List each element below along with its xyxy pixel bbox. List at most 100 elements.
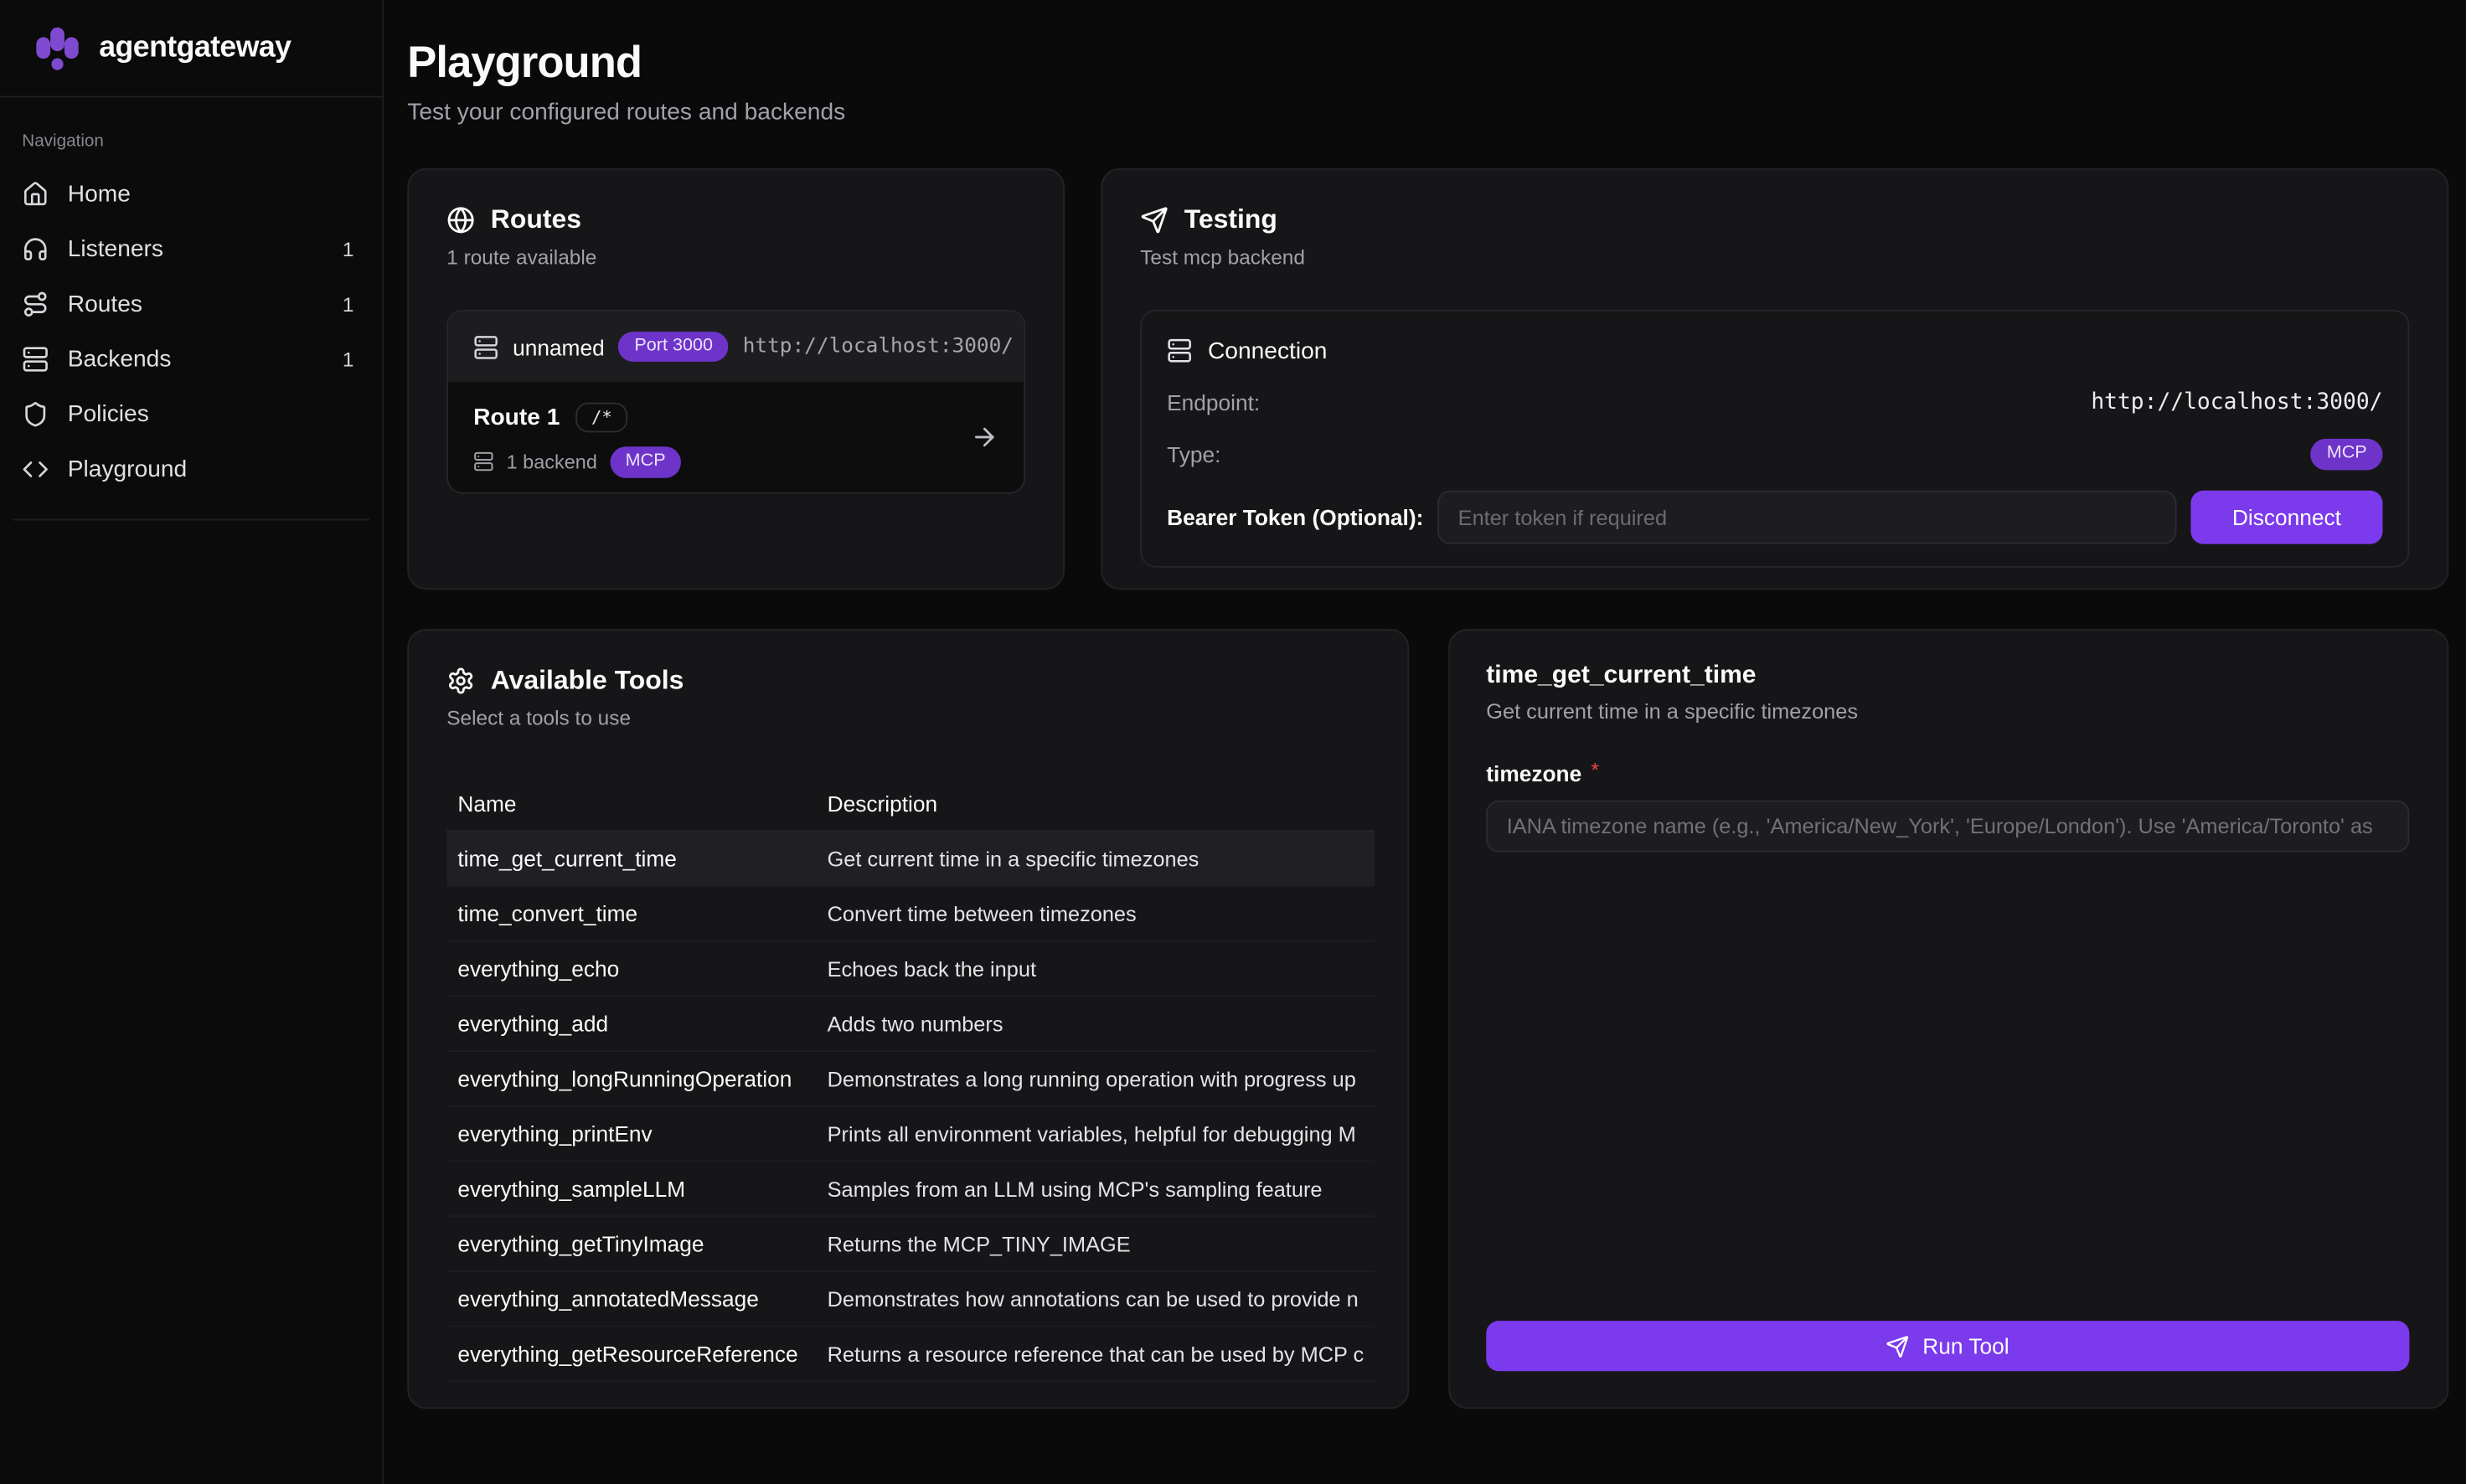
headphones-icon [22,236,49,263]
run-tool-label: Run Tool [1922,1333,2009,1358]
server-icon [473,334,498,359]
run-tool-panel: time_get_current_time Get current time i… [1448,629,2448,1409]
tool-description-cell: Samples from an LLM using MCP's sampling… [816,1177,1375,1200]
tool-name-cell: everything_annotatedMessage [446,1286,816,1311]
column-header-description: Description [816,790,1375,815]
tool-name-cell: everything_echo [446,956,816,982]
tool-name-cell: everything_longRunningOperation [446,1066,816,1091]
brand-name: agentgateway [99,31,291,65]
route-path-chip: /* [575,403,627,433]
table-row[interactable]: time_get_current_time Get current time i… [446,832,1375,887]
shield-icon [22,401,49,428]
testing-card-subtitle: Test mcp backend [1140,245,2409,274]
send-icon [1886,1334,1910,1358]
page-title: Playground [407,38,642,88]
nav-section-label: Navigation [22,132,382,152]
playground-page: agentgateway Navigation Home Listeners 1… [0,0,2466,1484]
nav-count-badge: 1 [343,292,354,316]
nav-count-badge: 1 [343,238,354,261]
table-row[interactable]: everything_add Adds two numbers [446,997,1375,1052]
home-icon [22,181,49,208]
sidebar-nav: Home Listeners 1 Routes 1 Backends 1 Pol… [0,167,382,497]
nav-divider [13,519,369,521]
tools-table-header: Name Description [446,775,1375,832]
tool-description-cell: Demonstrates how annotations can be used… [816,1287,1375,1311]
route-backend-count: 1 backend [507,451,597,472]
server-icon [1167,338,1192,363]
listener-url: http://localhost:3000/ [743,335,1014,358]
tool-description-cell: Returns the MCP_TINY_IMAGE [816,1232,1375,1255]
bearer-token-input[interactable] [1437,491,2176,544]
connection-box: Connection Endpoint: http://localhost:30… [1140,310,2409,568]
route-name: Route 1 [473,404,560,431]
tool-name-cell: time_get_current_time [446,846,816,871]
sidebar-item-label: Policies [68,401,335,428]
tool-description-cell: Get current time in a specific timezones [816,847,1375,870]
nav-count-badge: 1 [343,348,354,371]
tools-card-subtitle: Select a tools to use [446,706,1370,734]
tool-description-cell: Convert time between timezones [816,902,1375,925]
sidebar-item-backends[interactable]: Backends 1 [0,332,382,387]
timezone-field-label: timezone [1486,761,1581,786]
sidebar-item-routes[interactable]: Routes 1 [0,276,382,332]
page-subtitle: Test your configured routes and backends [407,99,845,126]
listener-header[interactable]: unnamed Port 3000 http://localhost:3000/ [448,312,1024,382]
endpoint-label: Endpoint: [1167,390,1260,415]
timezone-input[interactable] [1486,801,2409,853]
sidebar-item-label: Playground [68,456,335,482]
tool-name-cell: time_convert_time [446,901,816,926]
sidebar-item-policies[interactable]: Policies [0,387,382,442]
globe-icon [446,206,475,234]
route-type-badge: MCP [610,446,682,477]
port-badge: Port 3000 [619,332,729,363]
sidebar-item-listeners[interactable]: Listeners 1 [0,222,382,277]
run-tool-button[interactable]: Run Tool [1486,1321,2409,1371]
selected-tool-description: Get current time in a specific timezones [1486,700,2411,724]
tool-name-cell: everything_sampleLLM [446,1176,816,1201]
tool-name-cell: everything_getResourceReference [446,1342,816,1367]
agentgateway-logo-icon [32,22,84,74]
listener-box: unnamed Port 3000 http://localhost:3000/… [446,310,1025,494]
tool-description-cell: Adds two numbers [816,1012,1375,1035]
available-tools-card: Available Tools Select a tools to use Na… [407,629,1409,1409]
tools-table: Name Description time_get_current_time G… [446,775,1375,1383]
route-row[interactable]: Route 1 /* 1 backend MCP [448,382,1024,492]
sidebar-item-label: Listeners [68,236,324,263]
listener-name: unnamed [513,334,605,359]
table-row[interactable]: everything_annotatedMessage Demonstrates… [446,1272,1375,1327]
sidebar-item-playground[interactable]: Playground [0,442,382,497]
tool-description-cell: Prints all environment variables, helpfu… [816,1122,1375,1146]
sidebar-item-label: Backends [68,346,324,373]
sidebar-item-home[interactable]: Home [0,167,382,222]
code-icon [22,456,49,482]
testing-card-title: Testing [1184,204,1277,236]
routes-card-subtitle: 1 route available [446,245,1025,274]
table-row[interactable]: everything_longRunningOperation Demonstr… [446,1052,1375,1107]
sidebar: agentgateway Navigation Home Listeners 1… [0,0,384,1484]
arrow-right-icon[interactable] [970,423,998,451]
brand: agentgateway [0,0,382,97]
tool-description-cell: Demonstrates a long running operation wi… [816,1067,1375,1090]
tool-description-cell: Echoes back the input [816,956,1375,980]
table-row[interactable]: everything_sampleLLM Samples from an LLM… [446,1162,1375,1218]
routes-card: Routes 1 route available unnamed Port 30… [407,168,1065,590]
table-row[interactable]: everything_getTinyImage Returns the MCP_… [446,1217,1375,1272]
tool-name-cell: everything_add [446,1011,816,1036]
endpoint-value: http://localhost:3000/ [2091,390,2382,415]
tool-description-cell: Returns a resource reference that can be… [816,1342,1375,1365]
sidebar-item-label: Home [68,181,335,208]
routes-card-title: Routes [491,204,581,236]
type-label: Type: [1167,442,1220,467]
gear-icon [446,667,475,695]
route-icon [22,291,49,317]
type-badge: MCP [2311,439,2383,470]
table-row[interactable]: everything_echo Echoes back the input [446,942,1375,997]
tools-card-title: Available Tools [491,665,684,697]
server-icon [22,346,49,373]
connection-title: Connection [1208,338,1327,364]
disconnect-button[interactable]: Disconnect [2190,491,2382,544]
table-row[interactable]: everything_getResourceReference Returns … [446,1327,1375,1383]
required-marker: * [1591,758,1599,781]
table-row[interactable]: time_convert_time Convert time between t… [446,887,1375,942]
table-row[interactable]: everything_printEnv Prints all environme… [446,1107,1375,1162]
